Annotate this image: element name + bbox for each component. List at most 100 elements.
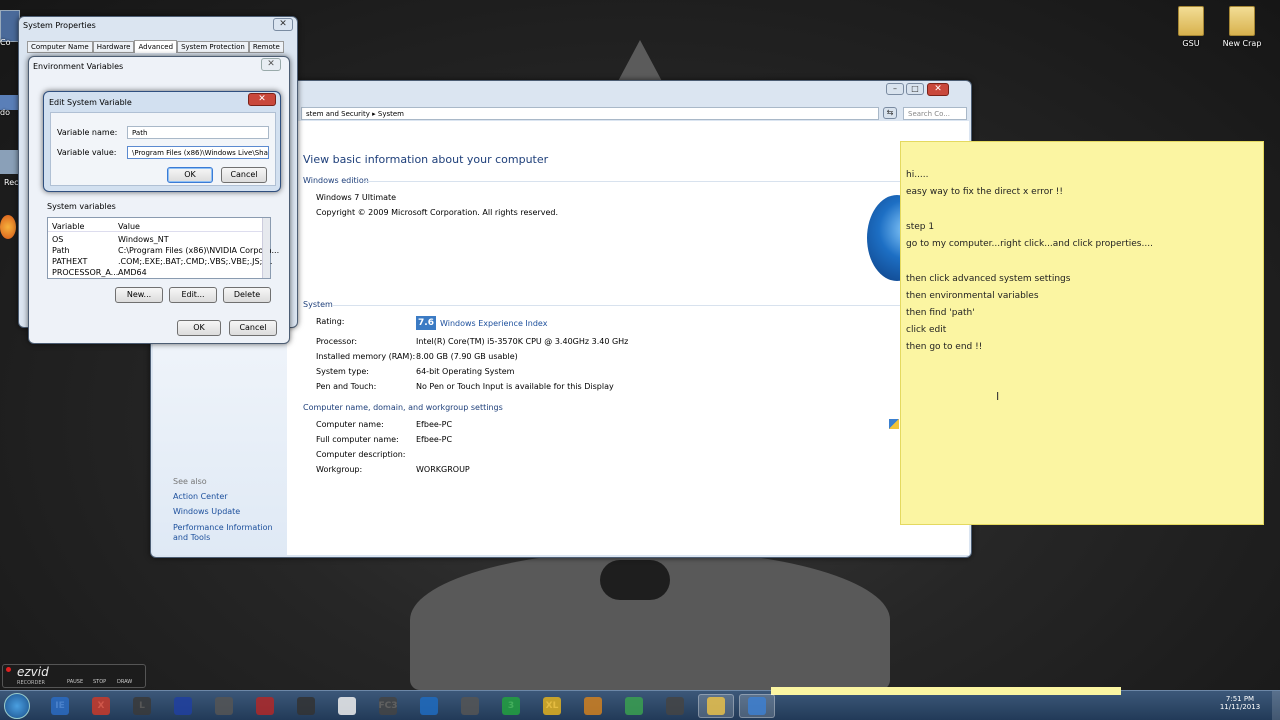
spec-label: Processor: <box>316 337 358 346</box>
recycle-bin-icon[interactable] <box>0 150 18 174</box>
table-row[interactable]: PATHEXT .COM;.EXE;.BAT;.CMD;.VBS;.VBE;.JS… <box>48 257 272 268</box>
close-button[interactable]: ✕ <box>261 58 281 71</box>
record-indicator-icon <box>6 667 11 672</box>
dialog-body: Variable name: Path Variable value: \Pro… <box>50 112 276 186</box>
sticky-line: then environmental variables <box>906 291 1039 301</box>
new-button[interactable]: New... <box>115 287 163 303</box>
cell-variable: PROCESSOR_A... <box>52 268 119 277</box>
address-bar[interactable]: stem and Security ▸ System <box>301 107 879 120</box>
close-button[interactable]: ✕ <box>927 83 949 96</box>
sticky-line: then find 'path' <box>906 308 975 318</box>
dialog-title: Environment Variables <box>33 62 124 71</box>
column-header[interactable]: Value <box>118 222 140 231</box>
divider <box>48 231 262 232</box>
tab-strip: Computer Name Hardware Advanced System Prot… <box>27 40 284 55</box>
name-label: Workgroup: <box>316 465 363 474</box>
ezvid-logo: ezvid <box>17 665 49 679</box>
minimize-button[interactable]: – <box>886 83 904 95</box>
link-performance-tools[interactable]: Performance Information and Tools <box>173 523 285 543</box>
close-button[interactable]: ✕ <box>248 93 276 106</box>
sticky-note[interactable]: hi..... easy way to fix the direct x err… <box>900 141 1264 525</box>
app-icon <box>338 697 356 715</box>
refresh-icon[interactable]: ⇆ <box>883 107 897 119</box>
app-icon <box>584 697 602 715</box>
app-icon <box>174 697 192 715</box>
folder-icon <box>1178 6 1204 36</box>
cell-variable: PATHEXT <box>52 257 88 266</box>
shield-icon[interactable] <box>889 419 899 429</box>
tab-remote[interactable]: Remote <box>248 41 284 53</box>
app-icon <box>51 697 69 715</box>
app-icon <box>502 697 520 715</box>
cancel-button[interactable]: Cancel <box>221 167 267 183</box>
app-icon <box>215 697 233 715</box>
cell-variable: OS <box>52 235 64 244</box>
delete-button[interactable]: Delete <box>223 287 271 303</box>
desktop-icon-new-crap[interactable]: New Crap <box>1220 6 1264 48</box>
sticky-line: hi..... <box>906 170 929 180</box>
name-label: Variable name: <box>57 128 118 137</box>
pause-button[interactable]: PAUSE <box>67 679 83 685</box>
app-icon <box>543 697 561 715</box>
app-icon <box>707 697 725 715</box>
cancel-button[interactable]: Cancel <box>229 320 277 336</box>
table-row[interactable]: PROCESSOR_A... AMD64 <box>48 268 262 279</box>
table-row[interactable]: OS Windows_NT <box>48 235 262 246</box>
desktop-icon-label: do <box>0 108 10 117</box>
spec-label: Installed memory (RAM): <box>316 352 416 361</box>
link-action-center[interactable]: Action Center <box>173 492 228 501</box>
desktop-icon-gsu[interactable]: GSU <box>1172 6 1210 48</box>
folder-icon <box>1229 6 1255 36</box>
app-icon <box>748 697 766 715</box>
sticky-line: go to my computer...right click...and cl… <box>906 239 1153 249</box>
page-title: View basic information about your comput… <box>303 153 549 166</box>
start-button[interactable] <box>4 693 30 719</box>
clock-date: 11/11/2013 <box>1219 703 1261 711</box>
link-windows-update[interactable]: Windows Update <box>173 507 240 516</box>
rating-badge[interactable]: 7.6 <box>416 316 436 330</box>
breadcrumb-item[interactable]: System <box>378 110 404 118</box>
sticky-line: step 1 <box>906 222 935 232</box>
search-input[interactable]: Search Co... <box>903 107 967 120</box>
ok-button[interactable]: OK <box>167 167 213 183</box>
cell-value: C:\Program Files (x86)\NVIDIA Corpora... <box>118 246 280 255</box>
firefox-icon[interactable] <box>0 215 16 239</box>
divider <box>363 181 903 182</box>
clock[interactable]: 7:51 PM 11/11/2013 <box>1212 695 1268 711</box>
section-computer-name: Computer name, domain, and workgroup set… <box>303 403 503 412</box>
name-label: Computer description: <box>316 450 406 459</box>
sticky-line: easy way to fix the direct x error !! <box>906 187 1064 197</box>
section-system: System <box>303 300 333 309</box>
breadcrumb-item[interactable]: stem and Security <box>306 110 370 118</box>
show-desktop-button[interactable] <box>1272 691 1280 720</box>
wallpaper-skull-eye <box>600 560 670 600</box>
stop-button[interactable]: STOP <box>93 679 106 685</box>
sticky-preview <box>771 687 1121 695</box>
sticky-line: then go to end !! <box>906 342 983 352</box>
system-variables-table: Variable Value OS Windows_NT Path C:\Progr… <box>47 217 279 279</box>
draw-button[interactable]: DRAW <box>117 679 132 685</box>
tab-computer-name[interactable]: Computer Name <box>27 41 93 53</box>
table-row[interactable]: Path C:\Program Files (x86)\NVIDIA Corpor… <box>48 246 279 257</box>
column-header[interactable]: Variable <box>52 222 84 231</box>
app-icon <box>625 697 643 715</box>
app-icon <box>297 697 315 715</box>
tab-hardware[interactable]: Hardware <box>92 41 135 53</box>
close-button[interactable]: ✕ <box>273 18 293 31</box>
maximize-button[interactable]: □ <box>906 83 924 95</box>
spec-value: Intel(R) Core(TM) i5-3570K CPU @ 3.40GHz… <box>416 337 629 346</box>
window-title: System Properties <box>23 21 96 30</box>
app-icon <box>256 697 274 715</box>
wei-link[interactable]: Windows Experience Index <box>440 319 547 328</box>
scrollbar[interactable] <box>262 218 270 278</box>
variable-name-field[interactable]: Path <box>127 126 269 139</box>
spec-value: 8.00 GB (7.90 GB usable) <box>416 352 518 361</box>
taskbar: IEXLFC33XL 7:51 PM 11/11/2013 <box>0 687 1280 720</box>
edit-button[interactable]: Edit... <box>169 287 217 303</box>
tab-system-protection[interactable]: System Protection <box>177 41 249 53</box>
ok-button[interactable]: OK <box>177 320 221 336</box>
dialog-title: Edit System Variable <box>49 98 132 107</box>
tab-advanced[interactable]: Advanced <box>134 40 178 53</box>
variable-value-field[interactable]: \Program Files (x86)\Windows Live\Shared <box>127 146 269 159</box>
app-icon <box>420 697 438 715</box>
